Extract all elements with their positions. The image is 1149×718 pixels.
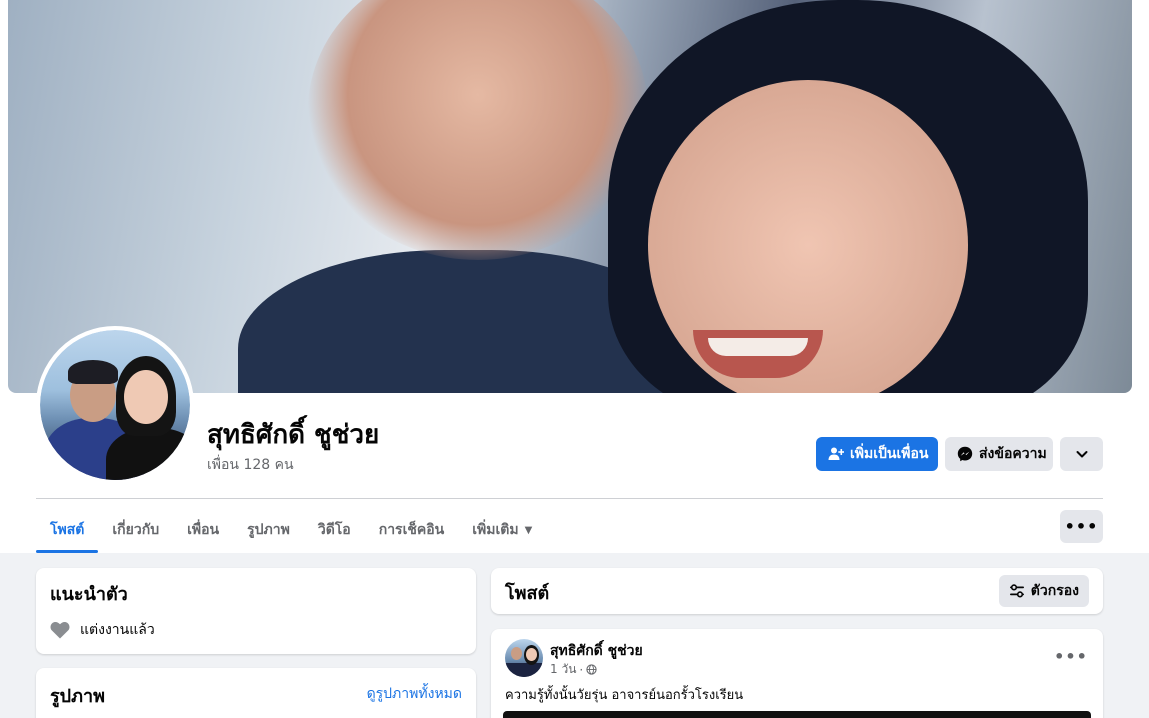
- tab-label: เกี่ยวกับ: [112, 522, 160, 538]
- post-media[interactable]: [503, 711, 1091, 718]
- avatar-person-right-body: [106, 428, 190, 480]
- profile-avatar[interactable]: [36, 326, 194, 484]
- header-divider: [36, 498, 1103, 499]
- friends-count[interactable]: เพื่อน 128 คน: [207, 454, 294, 476]
- cover-person-left-face: [308, 0, 648, 260]
- globe-icon: [586, 664, 597, 675]
- tab-posts[interactable]: โพสต์: [36, 507, 99, 553]
- photos-card: รูปภาพ ดูรูปภาพทั้งหมด: [36, 668, 476, 718]
- post-text: ความรู้ทั้งนั้นวัยรุ่น อาจารย์นอกรั้วโรง…: [505, 688, 744, 703]
- posts-header-card: โพสต์ ตัวกรอง: [491, 568, 1103, 614]
- intro-card: แนะนำตัว แต่งงานแล้ว: [36, 568, 476, 654]
- avatar-person-right-face: [124, 370, 168, 424]
- relationship-status: แต่งงานแล้ว: [80, 622, 155, 638]
- tab-checkins[interactable]: การเช็คอิน: [365, 507, 459, 553]
- add-friend-label: เพิ่มเป็นเพื่อน: [850, 446, 929, 462]
- profile-header: สุทธิศักดิ์ ชูช่วย เพื่อน 128 คน เพิ่มเป…: [0, 0, 1149, 553]
- see-all-photos-link[interactable]: ดูรูปภาพทั้งหมด: [367, 683, 462, 705]
- profile-more-button[interactable]: [1060, 437, 1103, 471]
- cover-person-right-teeth: [708, 338, 808, 356]
- post-author-avatar[interactable]: [505, 639, 543, 677]
- relationship-row: แต่งงานแล้ว: [50, 619, 155, 641]
- profile-name: สุทธิศักดิ์ ชูช่วย: [207, 420, 380, 450]
- post-options-button[interactable]: •••: [1053, 643, 1089, 669]
- post-author-name[interactable]: สุทธิศักดิ์ ชูช่วย: [550, 640, 643, 662]
- post-meta: 1 วัน ·: [550, 660, 597, 679]
- tab-label: รูปภาพ: [247, 522, 290, 538]
- tabs-overflow-button[interactable]: •••: [1060, 510, 1103, 543]
- caret-down-icon: ▼: [524, 524, 533, 536]
- intro-title: แนะนำตัว: [50, 584, 128, 605]
- tab-more[interactable]: เพิ่มเติม ▼: [458, 507, 546, 553]
- tab-label: เพิ่มเติม: [472, 522, 519, 538]
- message-label: ส่งข้อความ: [979, 446, 1047, 462]
- tab-label: เพื่อน: [187, 522, 220, 538]
- message-button[interactable]: ส่งข้อความ: [945, 437, 1053, 471]
- filter-icon: [1009, 584, 1024, 598]
- post-avatar-body: [505, 663, 543, 677]
- tab-videos[interactable]: วิดีโอ: [304, 507, 365, 553]
- post-card: สุทธิศักดิ์ ชูช่วย 1 วัน · ••• ความรู้ทั…: [491, 629, 1103, 718]
- post-avatar-face-right: [526, 648, 537, 661]
- add-friend-icon: [828, 447, 844, 460]
- cover-photo[interactable]: [8, 0, 1132, 393]
- chevron-down-icon: [1076, 451, 1087, 458]
- filter-label: ตัวกรอง: [1030, 583, 1079, 599]
- meta-separator: ·: [579, 662, 584, 677]
- post-avatar-face-left: [511, 647, 522, 660]
- tab-about[interactable]: เกี่ยวกับ: [98, 507, 173, 553]
- more-horizontal-icon: •••: [1054, 646, 1088, 666]
- post-timestamp[interactable]: 1 วัน: [550, 660, 576, 679]
- tab-label: การเช็คอิน: [378, 522, 445, 538]
- tab-label: โพสต์: [50, 522, 85, 538]
- tab-label: วิดีโอ: [317, 522, 351, 538]
- tab-friends[interactable]: เพื่อน: [173, 507, 233, 553]
- posts-title: โพสต์: [505, 583, 550, 604]
- messenger-icon: [957, 446, 973, 462]
- profile-tabs: โพสต์ เกี่ยวกับ เพื่อน รูปภาพ วิดีโอ การ…: [36, 507, 546, 553]
- tab-photos[interactable]: รูปภาพ: [233, 507, 304, 553]
- add-friend-button[interactable]: เพิ่มเป็นเพื่อน: [816, 437, 938, 471]
- photos-title: รูปภาพ: [50, 686, 105, 707]
- more-horizontal-icon: •••: [1064, 517, 1099, 536]
- avatar-person-left-hair: [68, 360, 118, 384]
- heart-icon: [50, 621, 70, 639]
- filter-button[interactable]: ตัวกรอง: [998, 575, 1089, 607]
